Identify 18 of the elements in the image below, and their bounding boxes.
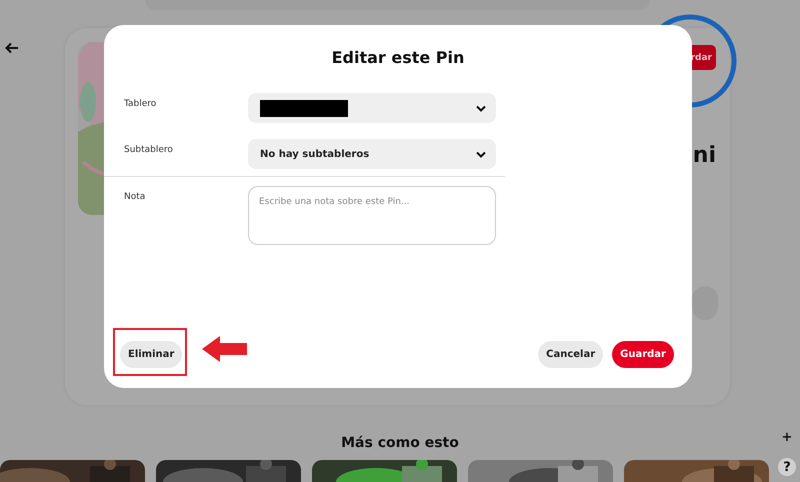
help-button[interactable]: ? xyxy=(778,458,796,476)
back-arrow-icon[interactable] xyxy=(5,42,19,54)
chevron-down-icon xyxy=(476,150,486,158)
save-button[interactable]: Guardar xyxy=(612,341,674,368)
add-button[interactable]: + xyxy=(778,428,796,446)
board-dropdown[interactable]: No hay subtableros xyxy=(248,139,496,169)
field-label: Subtablero xyxy=(124,144,174,155)
delete-button[interactable]: Eliminar xyxy=(120,341,182,368)
chevron-down-icon xyxy=(476,104,486,112)
field-label: Tablero xyxy=(124,98,158,109)
pin-title: ni xyxy=(692,143,716,168)
board-dropdown[interactable] xyxy=(248,93,496,123)
field-label: Nota xyxy=(124,191,146,202)
section-title: Más como esto xyxy=(341,435,459,451)
cancel-button[interactable]: Cancelar xyxy=(538,341,604,368)
dialog-title: Editar este Pin xyxy=(330,48,466,67)
left-arrow-annotation xyxy=(202,336,248,362)
note-field[interactable]: Escribe una nota sobre este Pin... xyxy=(248,186,496,245)
